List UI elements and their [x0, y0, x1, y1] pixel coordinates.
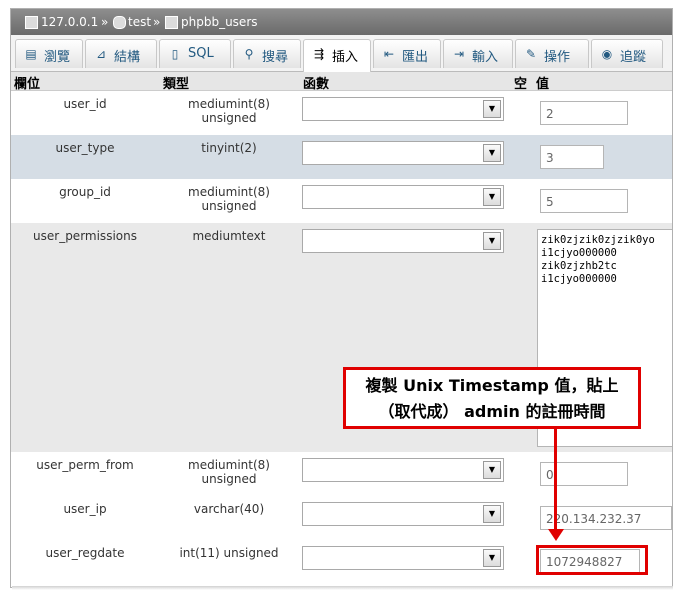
arrow-head-icon	[548, 529, 564, 541]
textarea-line: i1cjyo000000	[541, 247, 617, 259]
header-null: 空	[514, 77, 528, 92]
field-type: mediumint(8) unsigned	[188, 458, 270, 486]
chevron-down-icon[interactable]: ▼	[483, 144, 501, 162]
annotation-callout: 複製 Unix Timestamp 值，貼上 （取代成） admin 的註冊時間	[343, 367, 641, 429]
annotation-highlight-box	[536, 545, 648, 575]
search-icon: ⚲	[244, 47, 254, 61]
textarea-line: zik0zjzik0zjzik0yo	[541, 234, 655, 246]
breadcrumb-table[interactable]: phpbb_users	[181, 15, 258, 29]
field-name: user_perm_from	[36, 458, 134, 472]
tab-import[interactable]: ⇥ 輸入	[443, 39, 513, 68]
header-field: 欄位	[14, 77, 41, 92]
tab-label: 追蹤	[620, 50, 647, 65]
browse-icon: ▤	[25, 47, 37, 61]
value-input[interactable]: 3	[540, 145, 604, 169]
value-input[interactable]: 2	[540, 101, 628, 125]
textarea-line: i1cjyo000000	[541, 273, 617, 285]
tab-label: 操作	[544, 50, 571, 65]
table-row: group_id mediumint(8) unsigned ▼ 5	[11, 179, 672, 224]
header-value: 值	[536, 77, 550, 92]
chevron-down-icon[interactable]: ▼	[483, 505, 501, 523]
field-name: user_regdate	[45, 546, 125, 560]
annotation-line: 複製 Unix Timestamp 值，貼上	[365, 376, 619, 395]
structure-icon: ⊿	[95, 47, 107, 61]
tab-operations[interactable]: ✎ 操作	[515, 39, 589, 68]
breadcrumb-server[interactable]: 127.0.0.1	[41, 15, 98, 29]
operations-icon: ✎	[525, 47, 537, 61]
chevron-down-icon[interactable]: ▼	[483, 232, 501, 250]
breadcrumb-separator: »	[101, 15, 109, 29]
function-select[interactable]: ▼	[302, 141, 504, 165]
function-select[interactable]: ▼	[302, 502, 504, 526]
table-row: user_id mediumint(8) unsigned ▼ 2	[11, 91, 672, 136]
frame-shadow	[12, 586, 673, 590]
header-function: 函數	[303, 77, 330, 92]
field-type: varchar(40)	[193, 502, 265, 516]
breadcrumb: 127.0.0.1 » test » phpbb_users	[11, 9, 672, 35]
field-name: user_ip	[63, 502, 107, 516]
import-icon: ⇥	[453, 47, 465, 61]
chevron-down-icon[interactable]: ▼	[483, 461, 501, 479]
tab-label: 結構	[114, 50, 141, 65]
insert-icon: ⇶	[313, 47, 325, 61]
tab-tracking[interactable]: ◉ 追蹤	[591, 39, 663, 68]
function-select[interactable]: ▼	[302, 546, 504, 570]
textarea-line: zik0zjzhb2tc	[541, 260, 617, 272]
tab-search[interactable]: ⚲ 搜尋	[233, 39, 301, 68]
sql-icon: ▯	[171, 47, 179, 61]
field-name: user_permissions	[33, 229, 137, 243]
tab-label: 瀏覽	[44, 50, 71, 65]
tab-export[interactable]: ⇤ 匯出	[373, 39, 441, 68]
function-select[interactable]: ▼	[302, 97, 504, 121]
table-row: user_type tinyint(2) ▼ 3	[11, 135, 672, 179]
tab-label: 輸入	[472, 50, 499, 65]
tab-structure[interactable]: ⊿ 結構	[85, 39, 157, 68]
value-input[interactable]: 220.134.232.37	[540, 506, 672, 530]
table-row: user_perm_from mediumint(8) unsigned ▼ 0	[11, 452, 672, 497]
field-type: mediumint(8) unsigned	[188, 97, 270, 125]
chevron-down-icon[interactable]: ▼	[483, 188, 501, 206]
chevron-down-icon[interactable]: ▼	[483, 549, 501, 567]
tab-label: SQL	[188, 46, 214, 61]
export-icon: ⇤	[383, 47, 395, 61]
server-icon	[25, 16, 38, 29]
breadcrumb-database[interactable]: test	[128, 15, 151, 29]
tab-insert[interactable]: ⇶ 插入	[303, 39, 371, 72]
table-header: 欄位 類型 函數 空 值	[11, 72, 672, 92]
field-type: tinyint(2)	[201, 141, 257, 155]
table-icon	[165, 16, 178, 29]
chevron-down-icon[interactable]: ▼	[483, 100, 501, 118]
field-name: user_type	[55, 141, 115, 155]
field-type: int(11) unsigned	[179, 546, 279, 560]
tab-browse[interactable]: ▤ 瀏覽	[15, 39, 83, 68]
field-name: group_id	[59, 185, 111, 199]
field-type: mediumtext	[192, 229, 266, 243]
table-row: user_ip varchar(40) ▼ 220.134.232.37	[11, 496, 672, 541]
field-name: user_id	[63, 97, 107, 111]
function-select[interactable]: ▼	[302, 458, 504, 482]
tab-label: 搜尋	[262, 50, 289, 65]
tracking-icon: ◉	[601, 47, 613, 61]
breadcrumb-separator: »	[153, 15, 161, 29]
tab-sql[interactable]: ▯ SQL	[159, 39, 231, 68]
tab-bar: ▤ 瀏覽 ⊿ 結構 ▯ SQL ⚲ 搜尋 ⇶ 插入 ⇤ 匯出 ⇥ 輸入 ✎ 操作	[11, 35, 672, 72]
header-type: 類型	[163, 77, 190, 92]
function-select[interactable]: ▼	[302, 229, 504, 253]
tab-label: 匯出	[402, 50, 429, 65]
database-icon	[113, 16, 126, 29]
field-type: mediumint(8) unsigned	[188, 185, 270, 213]
phpmyadmin-insert-panel: 127.0.0.1 » test » phpbb_users ▤ 瀏覽 ⊿ 結構…	[10, 8, 673, 588]
function-select[interactable]: ▼	[302, 185, 504, 209]
value-input[interactable]: 5	[540, 189, 628, 213]
annotation-arrow	[554, 429, 557, 531]
annotation-line: （取代成） admin 的註冊時間	[378, 402, 606, 421]
tab-label: 插入	[332, 50, 359, 65]
